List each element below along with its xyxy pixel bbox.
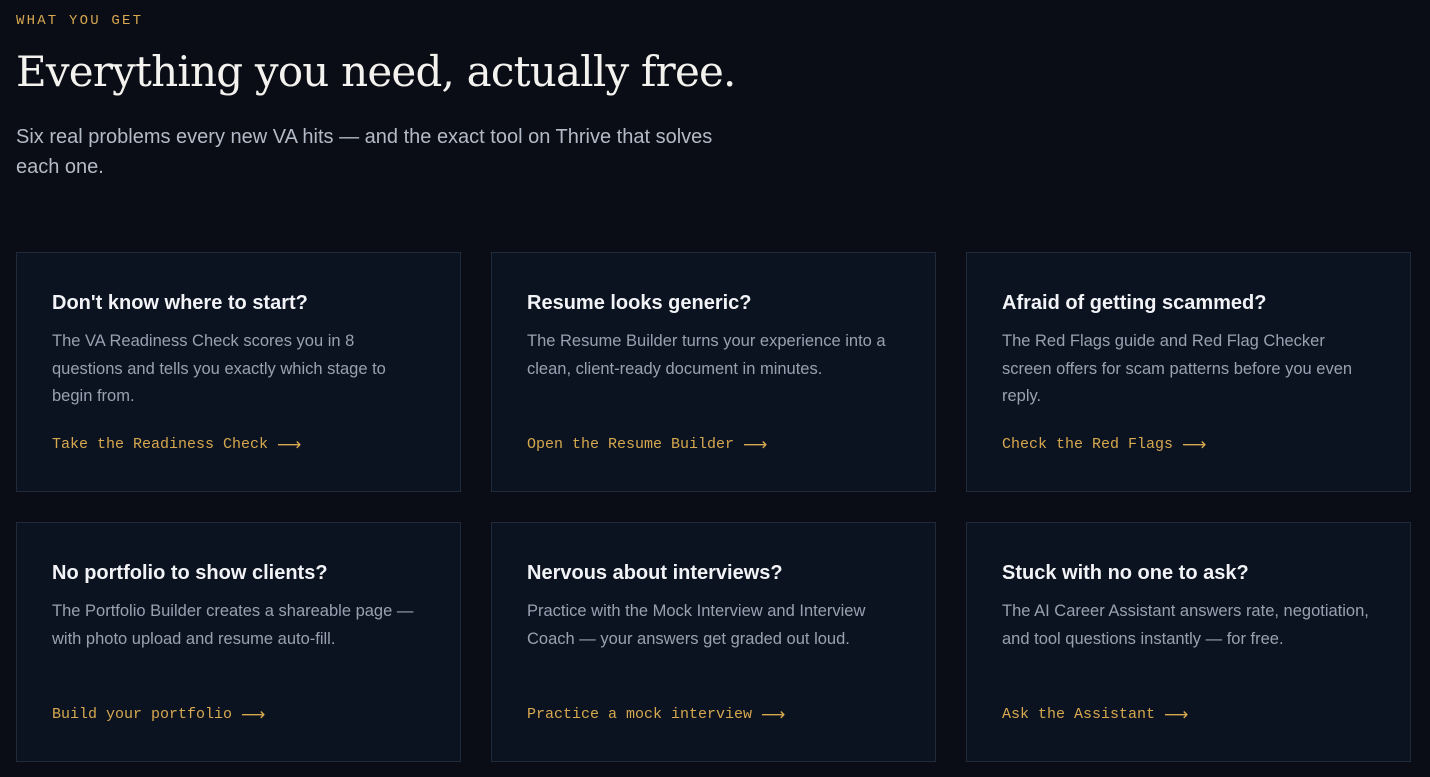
arrow-right-icon: ⟶: [743, 435, 768, 455]
link-label: Practice a mock interview: [527, 706, 753, 723]
readiness-check-link[interactable]: Take the Readiness Check ⟶: [52, 434, 301, 456]
card-title: Resume looks generic?: [527, 292, 752, 314]
arrow-right-icon: ⟶: [277, 435, 302, 455]
card-title: Stuck with no one to ask?: [1002, 562, 1249, 584]
card-body: The Portfolio Builder creates a shareabl…: [52, 602, 414, 648]
arrow-right-icon: ⟶: [1182, 435, 1207, 455]
card-title: Nervous about interviews?: [527, 562, 783, 584]
section-title: Everything you need, actually free.: [16, 47, 736, 96]
card-title: No portfolio to show clients?: [52, 562, 328, 584]
feature-card-portfolio: No portfolio to show clients? The Portfo…: [16, 522, 461, 762]
feature-card-red-flags: Afraid of getting scammed? The Red Flags…: [966, 252, 1411, 492]
link-label: Build your portfolio: [52, 706, 233, 723]
eyebrow-label: WHAT YOU GET: [16, 13, 144, 29]
resume-builder-link[interactable]: Open the Resume Builder ⟶: [527, 434, 767, 456]
card-body: Practice with the Mock Interview and Int…: [527, 602, 866, 648]
link-label: Ask the Assistant: [1002, 706, 1156, 723]
card-body: The VA Readiness Check scores you in 8 q…: [52, 332, 386, 405]
section-subtitle: Six real problems every new VA hits — an…: [16, 126, 713, 178]
portfolio-builder-link[interactable]: Build your portfolio ⟶: [52, 704, 265, 726]
red-flags-link[interactable]: Check the Red Flags ⟶: [1002, 434, 1206, 456]
link-label: Check the Red Flags: [1002, 436, 1174, 453]
card-body: The Resume Builder turns your experience…: [527, 332, 886, 378]
link-label: Take the Readiness Check: [52, 436, 269, 453]
arrow-right-icon: ⟶: [761, 705, 786, 725]
card-body: The AI Career Assistant answers rate, ne…: [1002, 602, 1369, 648]
feature-card-interview: Nervous about interviews? Practice with …: [491, 522, 936, 762]
link-label: Open the Resume Builder: [527, 436, 735, 453]
mock-interview-link[interactable]: Practice a mock interview ⟶: [527, 704, 785, 726]
arrow-right-icon: ⟶: [241, 705, 266, 725]
card-title: Afraid of getting scammed?: [1002, 292, 1267, 314]
feature-card-assistant: Stuck with no one to ask? The AI Career …: [966, 522, 1411, 762]
feature-card-resume: Resume looks generic? The Resume Builder…: [491, 252, 936, 492]
arrow-right-icon: ⟶: [1164, 705, 1189, 725]
feature-card-readiness: Don't know where to start? The VA Readin…: [16, 252, 461, 492]
card-body: The Red Flags guide and Red Flag Checker…: [1002, 332, 1353, 405]
ai-assistant-link[interactable]: Ask the Assistant ⟶: [1002, 704, 1188, 726]
card-title: Don't know where to start?: [52, 292, 308, 314]
